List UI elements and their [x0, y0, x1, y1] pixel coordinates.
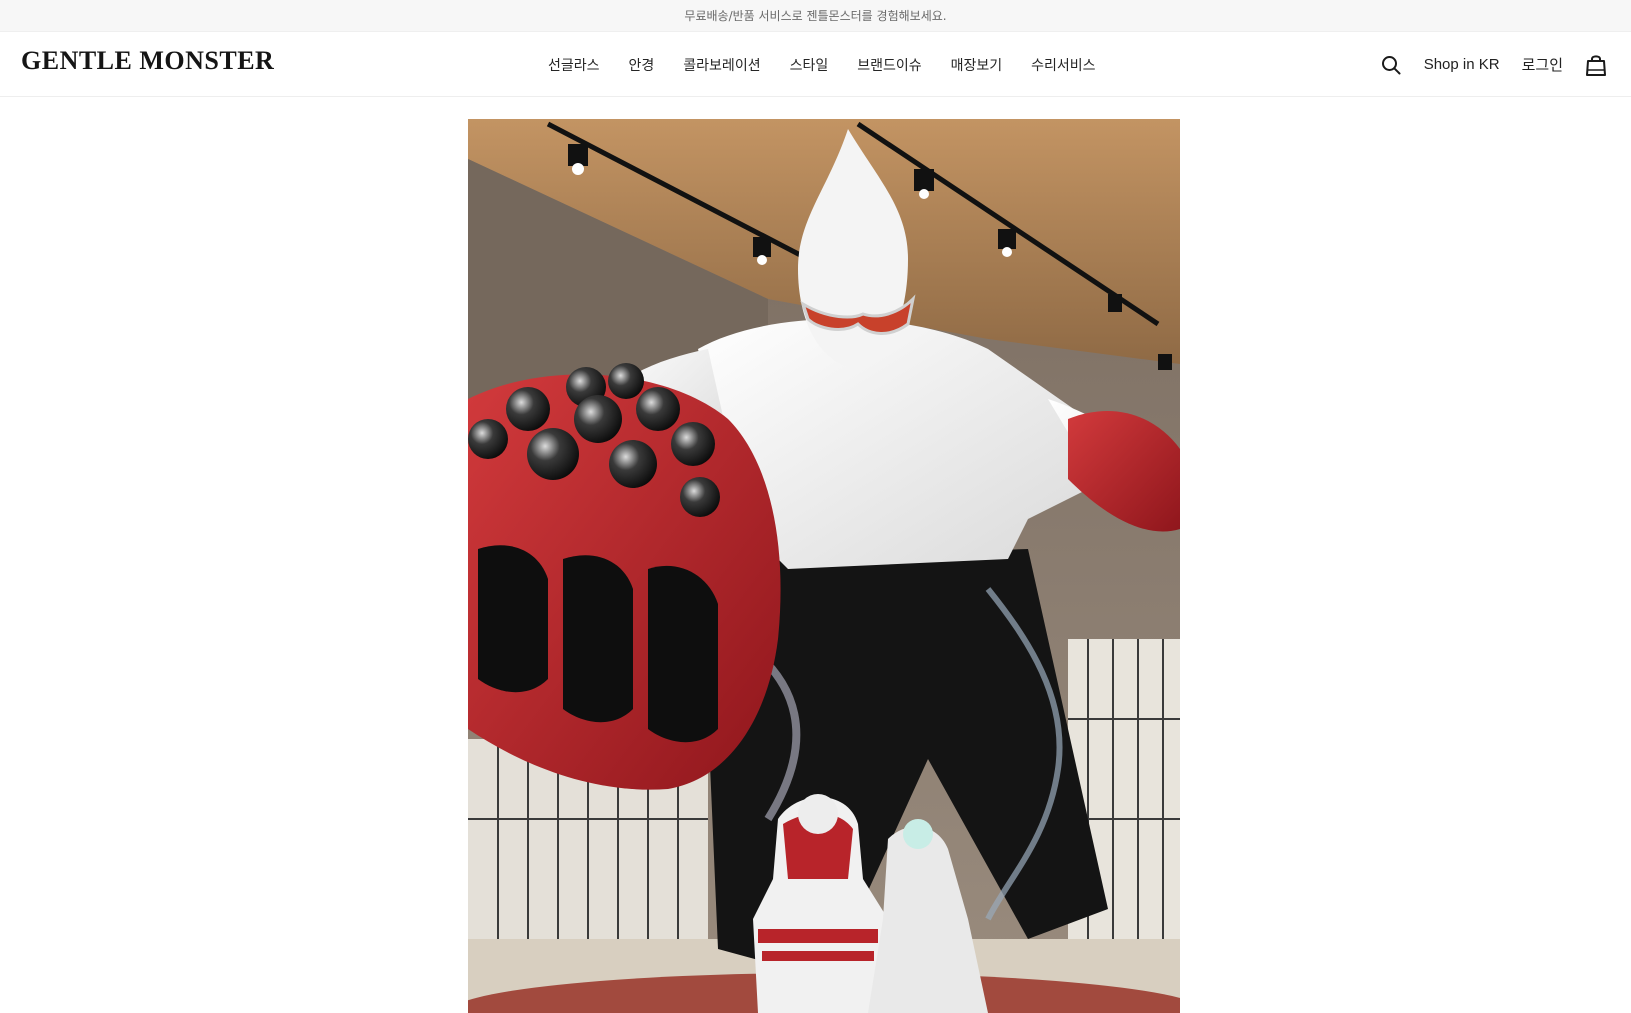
header-tools: Shop in KR 로그인 [1380, 32, 1607, 97]
nav-item-brand-issue[interactable]: 브랜드이슈 [857, 55, 921, 75]
hero-image[interactable] [468, 119, 1180, 1013]
nav-item-repair-service[interactable]: 수리서비스 [1031, 55, 1095, 75]
announcement-text: 무료배송/반품 서비스로 젠틀몬스터를 경험해보세요. [684, 9, 947, 23]
nav-item-sunglasses[interactable]: 선글라스 [548, 55, 600, 75]
nav-item-style[interactable]: 스타일 [790, 55, 829, 75]
nav-item-collaboration[interactable]: 콜라보레이션 [683, 55, 760, 75]
shopping-bag-icon[interactable] [1585, 54, 1607, 76]
announcement-bar: 무료배송/반품 서비스로 젠틀몬스터를 경험해보세요. [0, 0, 1631, 32]
shop-region-link[interactable]: Shop in KR [1424, 56, 1500, 73]
nav-item-stores[interactable]: 매장보기 [951, 55, 1003, 75]
brand-logo[interactable]: GENTLE MONSTER [21, 46, 274, 76]
login-link[interactable]: 로그인 [1522, 54, 1563, 75]
main-nav: 선글라스 안경 콜라보레이션 스타일 브랜드이슈 매장보기 수리서비스 [548, 32, 1096, 97]
nav-item-glasses[interactable]: 안경 [629, 55, 655, 75]
hero-illustration [468, 119, 1180, 1013]
site-header: GENTLE MONSTER 선글라스 안경 콜라보레이션 스타일 브랜드이슈 … [0, 32, 1631, 97]
search-icon[interactable] [1380, 54, 1402, 76]
